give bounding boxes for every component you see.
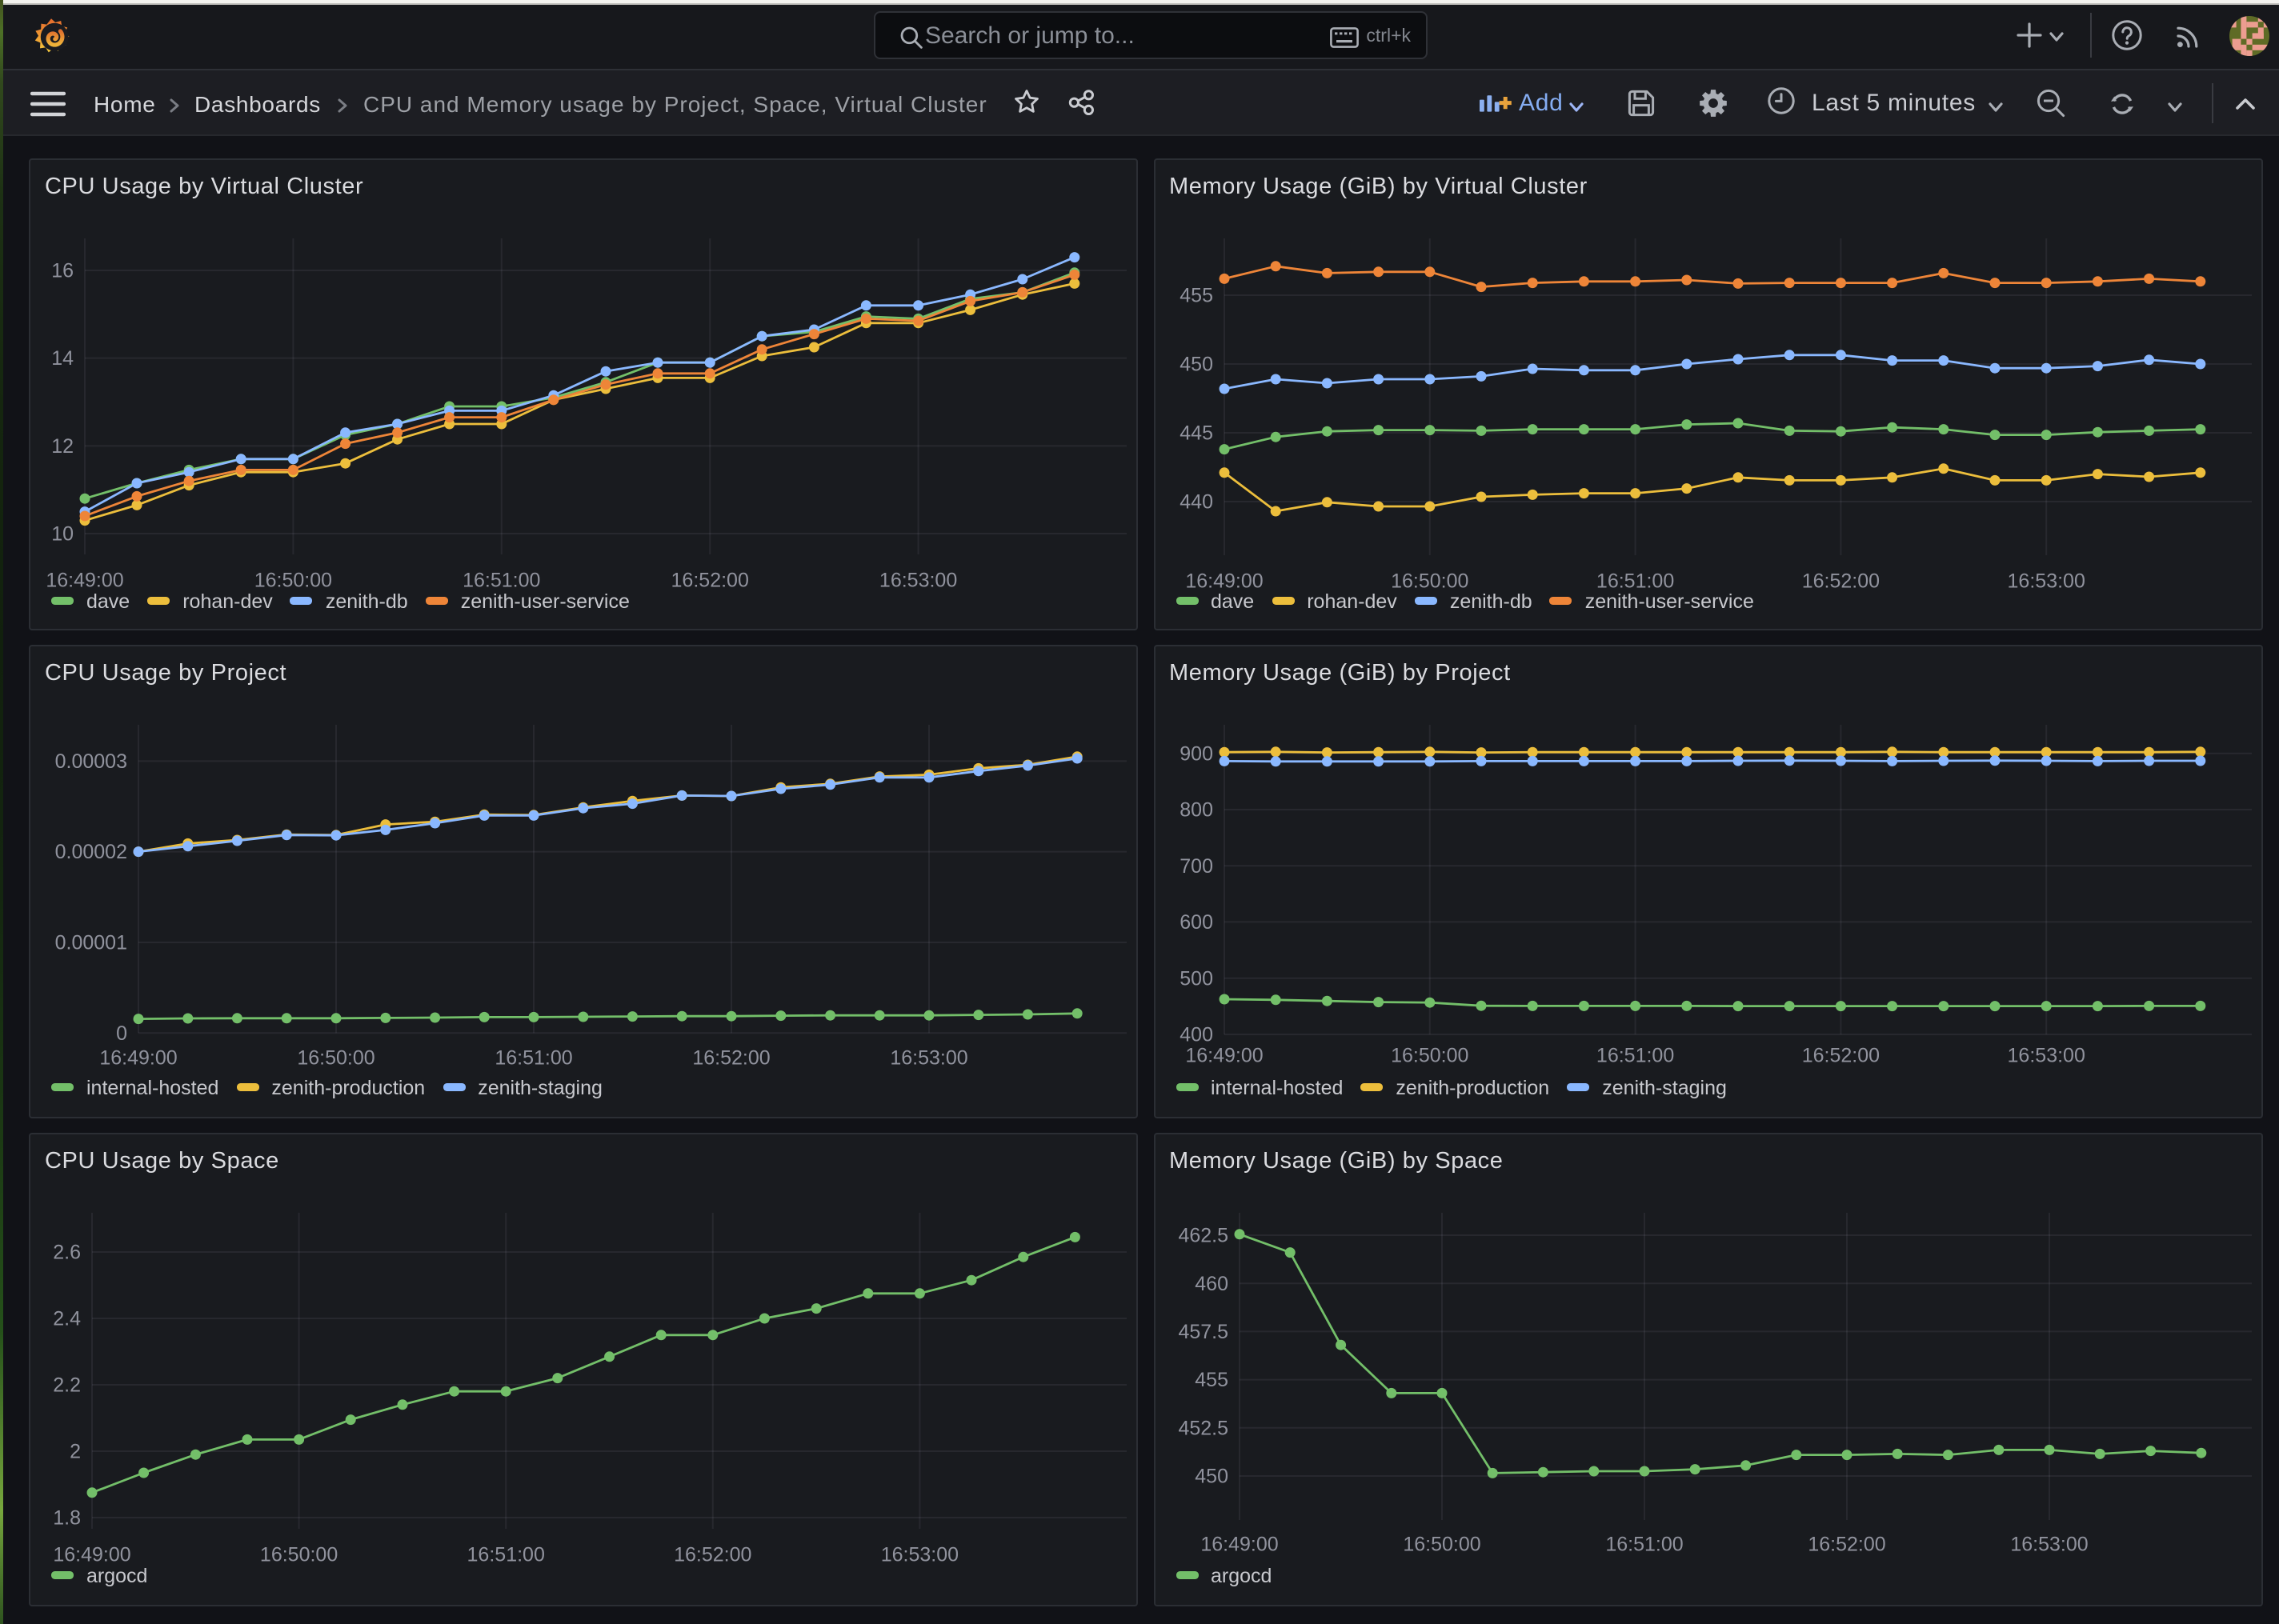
svg-text:460: 460 [1194, 1273, 1228, 1295]
svg-text:900: 900 [1179, 742, 1212, 765]
svg-text:16:49:00: 16:49:00 [1200, 1534, 1277, 1556]
svg-text:16: 16 [51, 260, 74, 282]
svg-text:16:51:00: 16:51:00 [1604, 1534, 1682, 1556]
svg-text:0.00002: 0.00002 [55, 841, 127, 863]
svg-text:16:53:00: 16:53:00 [2007, 1045, 2085, 1067]
svg-text:0.00003: 0.00003 [55, 750, 127, 773]
svg-text:16:53:00: 16:53:00 [2009, 1534, 2087, 1556]
svg-text:455: 455 [1194, 1369, 1228, 1391]
svg-text:16:50:00: 16:50:00 [1402, 1534, 1480, 1556]
svg-text:14: 14 [51, 347, 74, 370]
svg-text:445: 445 [1179, 422, 1212, 445]
svg-text:600: 600 [1179, 911, 1212, 934]
svg-text:16:53:00: 16:53:00 [881, 1544, 959, 1566]
svg-text:16:50:00: 16:50:00 [297, 1047, 374, 1070]
svg-text:800: 800 [1179, 799, 1212, 822]
svg-text:1.8: 1.8 [53, 1507, 81, 1530]
svg-text:0: 0 [116, 1022, 127, 1045]
svg-text:16:50:00: 16:50:00 [260, 1544, 338, 1566]
svg-text:16:52:00: 16:52:00 [671, 570, 749, 592]
svg-text:457.5: 457.5 [1177, 1321, 1228, 1343]
svg-text:16:51:00: 16:51:00 [467, 1544, 545, 1566]
svg-text:16:52:00: 16:52:00 [692, 1047, 770, 1070]
svg-text:16:52:00: 16:52:00 [1807, 1534, 1884, 1556]
svg-text:16:53:00: 16:53:00 [879, 570, 957, 592]
svg-text:2.2: 2.2 [53, 1374, 81, 1397]
svg-text:0.00001: 0.00001 [55, 932, 127, 954]
svg-text:16:53:00: 16:53:00 [2007, 570, 2085, 593]
svg-text:2: 2 [70, 1441, 81, 1463]
svg-text:16:52:00: 16:52:00 [674, 1544, 751, 1566]
svg-text:500: 500 [1179, 967, 1212, 990]
svg-text:700: 700 [1179, 855, 1212, 878]
svg-text:12: 12 [51, 435, 74, 458]
svg-text:450: 450 [1194, 1466, 1228, 1488]
svg-text:16:51:00: 16:51:00 [495, 1047, 572, 1070]
svg-text:455: 455 [1179, 285, 1212, 307]
svg-text:16:49:00: 16:49:00 [1184, 1045, 1262, 1067]
svg-text:16:50:00: 16:50:00 [1390, 1045, 1468, 1067]
svg-text:452.5: 452.5 [1177, 1417, 1228, 1439]
svg-text:2.4: 2.4 [53, 1308, 81, 1330]
svg-text:2.6: 2.6 [53, 1242, 81, 1264]
svg-text:16:52:00: 16:52:00 [1801, 570, 1879, 593]
svg-text:10: 10 [51, 523, 74, 546]
svg-text:16:52:00: 16:52:00 [1801, 1045, 1879, 1067]
svg-text:440: 440 [1179, 491, 1212, 514]
svg-text:400: 400 [1179, 1024, 1212, 1046]
svg-text:450: 450 [1179, 354, 1212, 376]
svg-text:462.5: 462.5 [1177, 1225, 1228, 1247]
svg-text:16:51:00: 16:51:00 [1596, 1045, 1673, 1067]
svg-text:16:49:00: 16:49:00 [99, 1047, 177, 1070]
svg-text:16:53:00: 16:53:00 [890, 1047, 967, 1070]
